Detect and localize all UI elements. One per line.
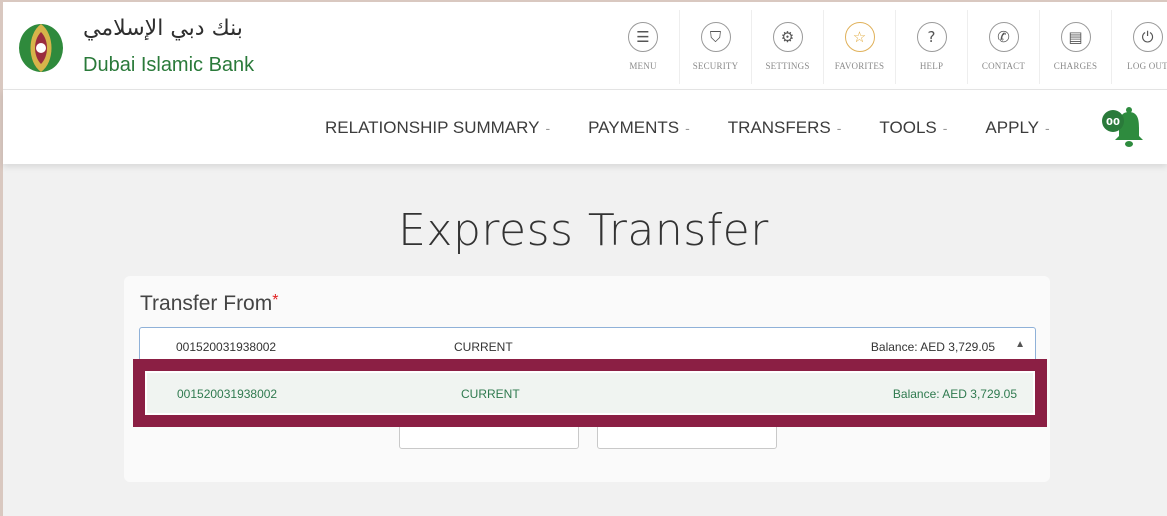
help-icon: ? [916,22,947,52]
shield-icon: ⛉ [700,22,731,52]
nav-relationship-summary[interactable]: RELATIONSHIP SUMMARY - [325,118,550,138]
menu-label: MENU [629,61,657,71]
menu-button[interactable]: ☰ MENU [607,10,679,84]
main-navigation: RELATIONSHIP SUMMARY - PAYMENTS - TRANSFER… [3,90,1167,164]
star-icon: ☆ [844,22,875,52]
nav-label: TOOLS [879,118,937,137]
page-title: Express Transfer [398,205,769,256]
nav-transfers[interactable]: TRANSFERS - [728,118,842,138]
account-option[interactable]: 001520031938002 CURRENT Balance: AED 3,7… [147,373,1033,413]
charges-icon: ▤ [1060,22,1091,52]
selected-account-balance: Balance: AED 3,729.05 [870,340,995,354]
nav-label: TRANSFERS [727,118,831,137]
brand-name-english: Dubai Islamic Bank [83,54,255,76]
gear-icon: ⚙ [772,22,803,52]
top-icon-toolbar: ☰ MENU ⛉ SECURITY ⚙ SETTINGS ☆ FAVORITES… [607,10,1167,84]
nav-label: APPLY [985,118,1039,137]
power-icon: ⏻ [1132,22,1163,52]
nav-tools[interactable]: TOOLS - [879,118,947,138]
chevron-down-icon: - [685,120,690,136]
notification-badge: 00 [1106,117,1120,128]
option-account-number: 001520031938002 [177,387,278,401]
chevron-down-icon: - [545,120,551,136]
dubai-islamic-bank-logo[interactable] [15,20,67,76]
security-label: SECURITY [692,61,739,71]
nav-apply[interactable]: APPLY - [985,118,1049,138]
notification-bell-icon[interactable]: 00 [1099,104,1151,148]
nav-label: RELATIONSHIP SUMMARY [325,118,540,137]
option-account-type: CURRENT [461,387,520,401]
caret-up-icon: ▲ [1015,339,1025,350]
selected-account-type: CURRENT [454,340,513,354]
selected-account-number: 001520031938002 [176,340,277,354]
highlighted-dropdown-list: 001520031938002 CURRENT Balance: AED 3,7… [133,359,1047,427]
settings-button[interactable]: ⚙ SETTINGS [751,10,823,84]
phone-icon: ✆ [988,22,1019,52]
logout-button[interactable]: ⏻ LOG OUT [1111,10,1167,84]
charges-label: CHARGES [1053,61,1098,71]
menu-icon: ☰ [628,22,658,52]
favorites-label: FAVORITES [834,61,885,71]
help-label: HELP [919,61,944,71]
nav-payments[interactable]: PAYMENTS - [588,118,690,138]
favorites-button[interactable]: ☆ FAVORITES [823,10,895,84]
logout-label: LOG OUT [1127,61,1167,71]
security-button[interactable]: ⛉ SECURITY [679,10,751,84]
transfer-from-label-text: Transfer From [140,292,273,315]
contact-label: CONTACT [981,61,1026,71]
settings-label: SETTINGS [765,61,810,71]
transfer-from-select[interactable]: 001520031938002 CURRENT Balance: AED 3,7… [139,327,1036,363]
transfer-from-label: Transfer From* [140,292,278,316]
nav-label: PAYMENTS [588,118,680,137]
top-header: بنك دبي الإسلامي Dubai Islamic Bank ☰ ME… [3,2,1167,90]
chevron-down-icon: - [942,120,948,136]
option-account-balance: Balance: AED 3,729.05 [892,387,1017,401]
help-button[interactable]: ? HELP [895,10,967,84]
required-marker: * [272,292,279,309]
charges-button[interactable]: ▤ CHARGES [1039,10,1111,84]
brand-name-arabic: بنك دبي الإسلامي [83,16,243,41]
contact-button[interactable]: ✆ CONTACT [967,10,1039,84]
chevron-down-icon: - [1044,120,1050,136]
chevron-down-icon: - [836,120,842,136]
